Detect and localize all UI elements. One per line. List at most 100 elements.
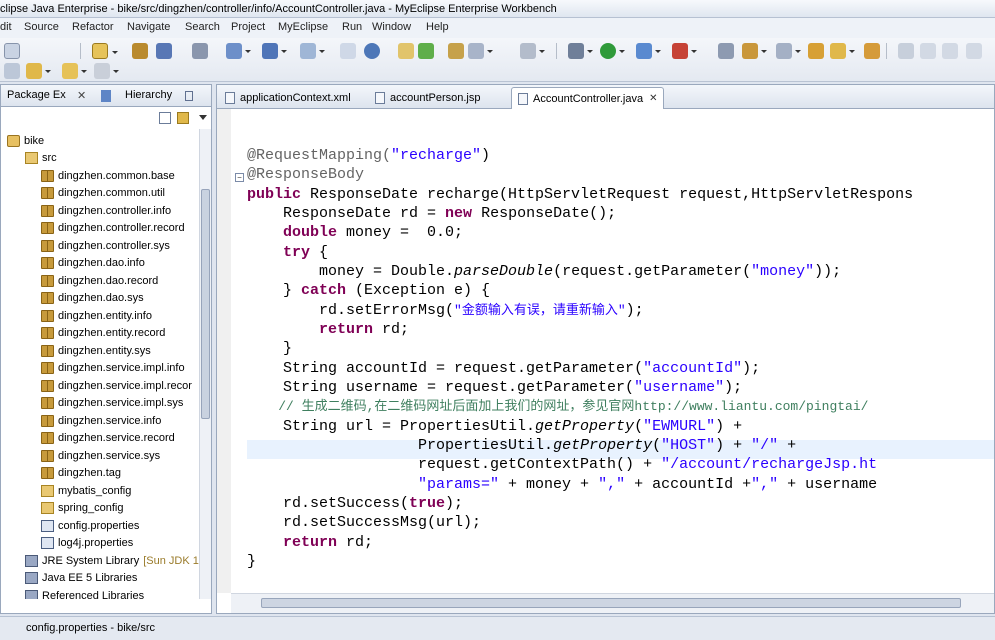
last-edit-icon[interactable] <box>26 63 51 79</box>
tree-item[interactable]: bike <box>7 132 44 149</box>
database-icon[interactable] <box>468 43 493 59</box>
external-tools-icon[interactable] <box>672 43 697 59</box>
marker-icon[interactable] <box>830 43 855 59</box>
tree-item[interactable]: config.properties <box>41 517 139 534</box>
tab-applicationcontext-xml[interactable]: applicationContext.xml <box>219 87 357 109</box>
run-icon[interactable] <box>600 43 625 59</box>
folder-icon[interactable] <box>398 43 414 59</box>
ant-icon[interactable] <box>718 43 734 59</box>
editor-scroll-thumb[interactable] <box>261 598 961 608</box>
open-resource-icon[interactable] <box>156 43 172 59</box>
menu-myeclipse[interactable]: MyEclipse <box>278 21 328 33</box>
close-icon[interactable]: ✕ <box>77 89 86 102</box>
tree-item[interactable]: dingzhen.entity.record <box>41 325 165 342</box>
minimize-view-icon[interactable] <box>942 43 958 59</box>
hierarchy-icon[interactable] <box>448 43 464 59</box>
debug-icon[interactable] <box>568 43 593 59</box>
search-icon[interactable] <box>776 43 801 59</box>
tree-item-label: dingzhen.entity.sys <box>58 344 151 357</box>
new-wizard-icon[interactable] <box>92 43 118 59</box>
tab-accountcontroller-java[interactable]: AccountController.java ✕ <box>511 87 665 109</box>
view-menu-icon[interactable] <box>199 115 207 120</box>
folder-icon <box>41 484 54 497</box>
menu-navigate[interactable]: Navigate <box>127 21 170 33</box>
tree-item-label: dingzhen.service.impl.info <box>58 362 185 374</box>
tree-item[interactable]: JRE System Library [Sun JDK 1 <box>25 552 199 569</box>
new-file-icon[interactable] <box>4 43 20 59</box>
tree-item[interactable]: Java EE 5 Libraries <box>25 570 137 587</box>
fold-toggle-icon[interactable]: − <box>235 173 244 182</box>
tree-item[interactable]: dingzhen.service.impl.recor <box>41 377 192 394</box>
java-file-icon <box>518 92 528 105</box>
tree-item[interactable]: dingzhen.common.util <box>41 185 165 202</box>
tree-scroll-thumb[interactable] <box>201 189 210 419</box>
globe-icon[interactable] <box>364 43 380 59</box>
tab-accountperson-jsp[interactable]: accountPerson.jsp <box>369 87 487 109</box>
open-task-icon[interactable] <box>742 43 767 59</box>
editor-horizontal-scrollbar[interactable] <box>231 593 994 613</box>
menu-source[interactable]: Source <box>24 21 59 33</box>
menu-help[interactable]: Help <box>426 21 449 33</box>
package-icon[interactable] <box>340 43 356 59</box>
pin-icon[interactable] <box>898 43 914 59</box>
open-type-icon[interactable] <box>132 43 148 59</box>
code-line: @RequestMapping("recharge") <box>247 147 491 164</box>
tree-item[interactable]: spring_config <box>41 500 123 517</box>
run-config-icon[interactable] <box>636 43 661 59</box>
tree-item[interactable]: log4j.properties <box>41 535 133 552</box>
restore-icon[interactable] <box>920 43 936 59</box>
menu-project[interactable]: Project <box>231 21 265 33</box>
tree-item[interactable]: dingzhen.dao.record <box>41 272 158 289</box>
deploy-icon[interactable] <box>226 43 251 59</box>
tree-item[interactable]: mybatis_config <box>41 482 131 499</box>
menu-window[interactable]: Window <box>372 21 411 33</box>
minimize-icon[interactable] <box>185 91 193 101</box>
project-icon <box>7 134 20 147</box>
tree-item[interactable]: dingzhen.service.info <box>41 412 161 429</box>
link-editor-icon[interactable] <box>177 112 189 124</box>
code-line: double money = 0.0; <box>247 224 464 241</box>
tree-item[interactable]: dingzhen.controller.info <box>41 202 171 219</box>
library-icon <box>25 589 38 599</box>
tree-item[interactable]: dingzhen.dao.info <box>41 255 145 272</box>
tree-item[interactable]: src <box>25 150 57 167</box>
tree-item[interactable]: dingzhen.service.record <box>41 430 175 447</box>
menu-refactor[interactable]: Refactor <box>72 21 114 33</box>
run-server-icon[interactable] <box>262 43 287 59</box>
tree-item[interactable]: dingzhen.service.impl.sys <box>41 395 183 412</box>
close-icon[interactable]: ✕ <box>649 93 657 104</box>
image-icon[interactable] <box>520 43 545 59</box>
tree-item[interactable]: dingzhen.service.sys <box>41 447 160 464</box>
tree-vertical-scrollbar[interactable] <box>199 129 211 599</box>
back-icon[interactable] <box>62 63 87 79</box>
tree-item[interactable]: dingzhen.entity.info <box>41 307 152 324</box>
menu-run[interactable]: Run <box>342 21 362 33</box>
browser-icon[interactable] <box>300 43 325 59</box>
tree-item[interactable]: dingzhen.tag <box>41 465 121 482</box>
editor-panel: applicationContext.xml accountPerson.jsp… <box>216 84 995 614</box>
pen-icon[interactable] <box>808 43 824 59</box>
tab-hierarchy[interactable]: Hierarchy <box>125 89 172 101</box>
menu-search[interactable]: Search <box>185 21 220 33</box>
collapse-all-icon[interactable] <box>159 112 171 124</box>
tab-package-explorer[interactable]: Package Ex <box>7 89 66 101</box>
next-annotation-icon[interactable] <box>4 63 20 79</box>
code-area[interactable]: @RequestMapping("recharge") @ResponseBod… <box>247 109 994 593</box>
tree-item[interactable]: dingzhen.controller.sys <box>41 237 170 254</box>
lamp-icon[interactable] <box>864 43 880 59</box>
menu-edit[interactable]: dit <box>0 21 12 33</box>
package-icon <box>41 362 54 374</box>
tree-item[interactable]: dingzhen.entity.sys <box>41 342 151 359</box>
forward-icon[interactable] <box>94 63 119 79</box>
jsp-file-icon <box>375 92 385 104</box>
tree-item[interactable]: dingzhen.controller.record <box>41 220 185 237</box>
code-line: request.getContextPath() + "/account/rec… <box>247 456 878 473</box>
refresh-icon[interactable] <box>418 43 434 59</box>
tree-item[interactable]: Referenced Libraries <box>25 587 144 599</box>
server-icon[interactable] <box>192 43 208 59</box>
maximize-view-icon[interactable] <box>966 43 982 59</box>
tree-item[interactable]: dingzhen.dao.sys <box>41 290 144 307</box>
tree-item[interactable]: dingzhen.service.impl.info <box>41 360 185 377</box>
tree-item[interactable]: dingzhen.common.base <box>41 167 175 184</box>
status-text: config.properties - bike/src <box>26 622 155 634</box>
